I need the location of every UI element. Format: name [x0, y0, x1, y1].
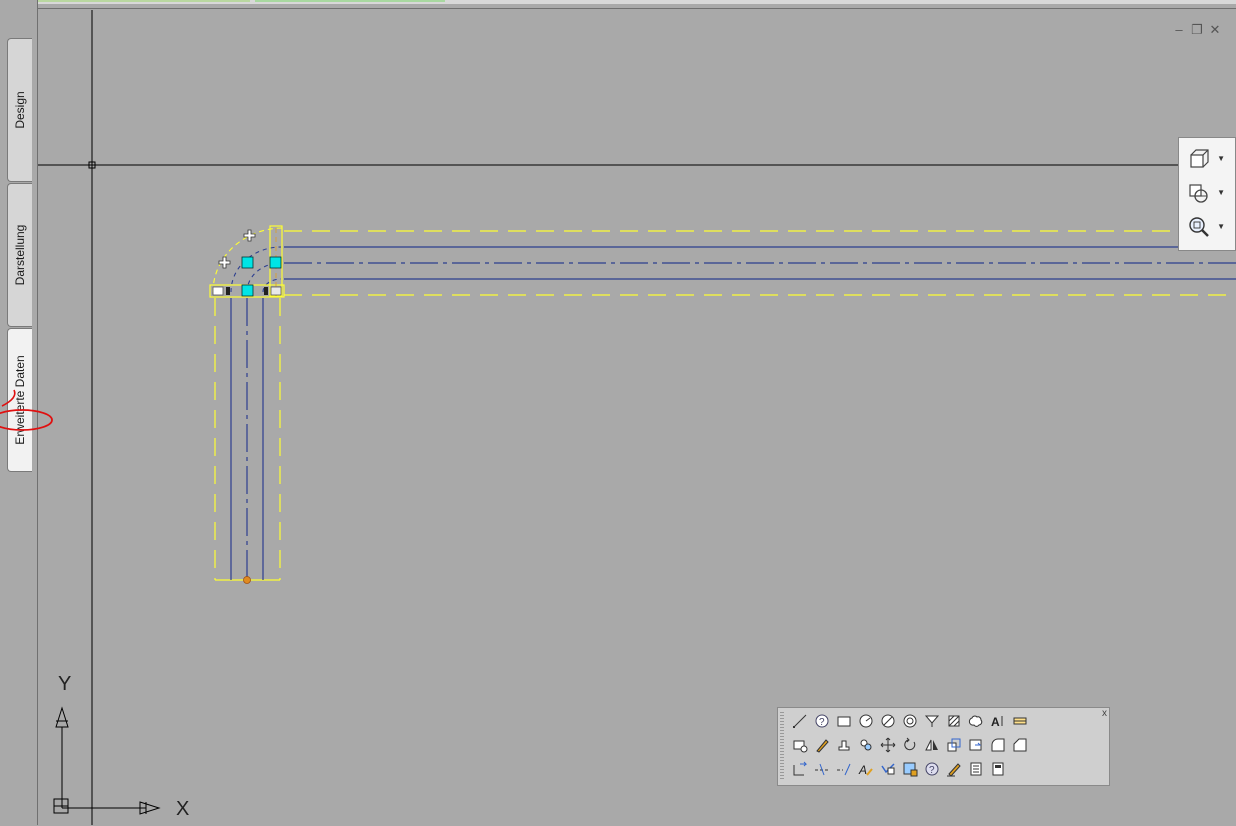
- grip-square-2[interactable]: [269, 256, 282, 269]
- palette-grip[interactable]: [780, 712, 784, 780]
- palette-close-button[interactable]: x: [1102, 708, 1107, 719]
- break-icon[interactable]: [834, 759, 854, 779]
- donut-icon[interactable]: [900, 711, 920, 731]
- block-edit-icon[interactable]: [900, 759, 920, 779]
- orbit-icon: [1189, 184, 1208, 203]
- ucs-x-label: X: [176, 798, 189, 820]
- rotate-icon[interactable]: [900, 735, 920, 755]
- text-style-icon[interactable]: A: [856, 759, 876, 779]
- drawing-canvas[interactable]: Y X: [0, 0, 1236, 825]
- check-icon[interactable]: [878, 759, 898, 779]
- svg-text:?: ?: [819, 717, 825, 728]
- mirror-icon[interactable]: [922, 735, 942, 755]
- orbit-button[interactable]: ▼: [1185, 178, 1229, 208]
- svg-text:?: ?: [929, 765, 935, 776]
- navigation-bar: ▼ ▼ ▼: [1178, 137, 1236, 251]
- chevron-down-icon: ▼: [1217, 154, 1225, 163]
- endpoint-grip[interactable]: [243, 576, 251, 584]
- rectangle-icon[interactable]: [834, 711, 854, 731]
- ucs-icon: [53, 706, 161, 815]
- pipe-vertical: [230, 298, 264, 580]
- copy-icon[interactable]: [856, 735, 876, 755]
- trim-icon[interactable]: [790, 759, 810, 779]
- extend-icon[interactable]: [812, 759, 832, 779]
- view-cube-button[interactable]: ▼: [1185, 144, 1229, 174]
- help-round-icon[interactable]: ?: [922, 759, 942, 779]
- move-icon[interactable]: [878, 735, 898, 755]
- chevron-down-icon: ▼: [1217, 222, 1225, 231]
- pen-icon[interactable]: [944, 759, 964, 779]
- line-icon[interactable]: [790, 711, 810, 731]
- zoom-icon: [1189, 217, 1209, 237]
- tool-row-2: [790, 735, 1032, 755]
- insert-block-icon[interactable]: [922, 711, 942, 731]
- annotation-stroke: [1, 389, 16, 407]
- pipe-horizontal: [284, 246, 1236, 280]
- add-grip-plus-2[interactable]: [218, 256, 231, 269]
- scale-icon[interactable]: [944, 735, 964, 755]
- grip-square-1[interactable]: [241, 256, 254, 269]
- zoom-button[interactable]: ▼: [1185, 212, 1229, 242]
- tool-row-1: ? A: [790, 711, 1032, 731]
- grip-square-3[interactable]: [241, 284, 254, 297]
- chevron-down-icon: ▼: [1217, 188, 1225, 197]
- match-brush-icon[interactable]: [812, 735, 832, 755]
- stamp-icon[interactable]: [834, 735, 854, 755]
- revision-cloud-icon[interactable]: [966, 711, 986, 731]
- properties-icon[interactable]: [790, 735, 810, 755]
- dimension-icon[interactable]: [1010, 711, 1030, 731]
- svg-text:A: A: [858, 763, 867, 777]
- circle-icon[interactable]: [856, 711, 876, 731]
- svg-text:A: A: [991, 715, 1000, 729]
- circle-cross-icon[interactable]: [878, 711, 898, 731]
- view-cube-icon: [1190, 149, 1209, 168]
- annotation-ellipse: [0, 409, 53, 431]
- text-icon[interactable]: A: [988, 711, 1008, 731]
- stretch-icon[interactable]: [966, 735, 986, 755]
- chamfer-icon[interactable]: [1010, 735, 1030, 755]
- tool-palette: x ? A A ?: [777, 707, 1110, 786]
- list-icon[interactable]: [966, 759, 986, 779]
- calculator-icon[interactable]: [988, 759, 1008, 779]
- tool-row-3: A ?: [790, 759, 1010, 779]
- help-icon[interactable]: ?: [812, 711, 832, 731]
- add-grip-plus-1[interactable]: [243, 229, 256, 242]
- hatch-icon[interactable]: [944, 711, 964, 731]
- ucs-y-label: Y: [58, 673, 71, 695]
- fillet-icon[interactable]: [988, 735, 1008, 755]
